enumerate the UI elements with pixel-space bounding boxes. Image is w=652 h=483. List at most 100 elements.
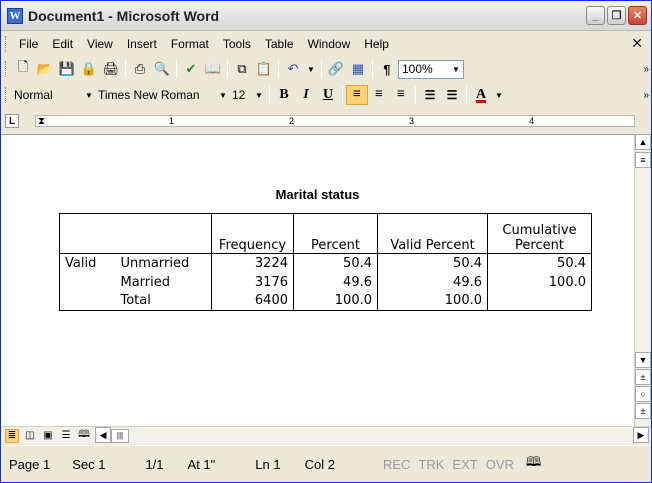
paste-icon[interactable]: 📋 [254, 59, 274, 79]
scroll-thumb[interactable]: ≡ [635, 152, 651, 168]
previous-page-icon[interactable]: ± [635, 369, 651, 385]
outline-view-icon[interactable]: ☰ [59, 429, 73, 443]
menu-file[interactable]: File [12, 37, 45, 51]
minimize-button[interactable]: _ [586, 6, 605, 25]
separator [176, 60, 177, 78]
status-section: Sec 1 [72, 456, 106, 472]
font-color-dropdown-icon[interactable]: ▼ [492, 87, 506, 104]
zoom-box[interactable]: 100% ▼ [398, 59, 464, 79]
zoom-dropdown-icon[interactable]: ▼ [449, 61, 463, 78]
menu-edit[interactable]: Edit [45, 37, 80, 51]
align-left-icon[interactable]: ≡ [346, 85, 368, 105]
separator [278, 60, 279, 78]
word-window: W Document1 - Microsoft Word _ ❐ ✕ File … [0, 0, 652, 483]
align-right-icon[interactable]: ≡ [390, 85, 412, 105]
print-icon[interactable]: ⎙ [130, 59, 150, 79]
show-formatting-icon[interactable]: ¶ [377, 59, 397, 79]
italic-icon[interactable]: I [295, 85, 317, 105]
word-app-icon[interactable]: W [7, 7, 23, 24]
spelling-status-icon[interactable]: 🕮 [526, 453, 541, 475]
toolbar-options-icon[interactable]: » [643, 90, 649, 101]
print-layout-view-icon[interactable]: ▣ [41, 429, 55, 443]
frequency-table[interactable]: Frequency Percent Valid Percent Cumulati… [59, 213, 592, 311]
font-size-value: 12 [232, 88, 246, 102]
header-cumulative-percent: Cumulative Percent [487, 213, 592, 254]
document-close-icon[interactable]: ✕ [631, 35, 643, 52]
ruler-strip[interactable]: ⧗ 1 2 3 4 [35, 115, 635, 127]
next-page-icon[interactable]: ± [635, 403, 651, 419]
header-valid-percent: Valid Percent [377, 213, 488, 254]
permission-icon[interactable]: 🔒 [79, 59, 99, 79]
scroll-right-icon[interactable]: ▶ [633, 427, 649, 443]
close-button[interactable]: ✕ [628, 6, 647, 25]
cell-valid-percent: 49.6 [377, 272, 488, 292]
toolbar-options-icon[interactable]: » [643, 64, 649, 75]
undo-icon[interactable]: ↶ [283, 59, 303, 79]
header-frequency: Frequency [211, 213, 294, 254]
preview-icon[interactable]: 🔍 [152, 59, 172, 79]
print-preview-icon[interactable]: 🖨 [101, 59, 121, 79]
status-ovr[interactable]: OVR [486, 457, 514, 472]
status-ext[interactable]: EXT [452, 457, 477, 472]
copy-icon[interactable]: ⧉ [232, 59, 252, 79]
font-color-icon[interactable]: A [470, 85, 492, 105]
style-dropdown-icon[interactable]: ▼ [82, 87, 96, 104]
numbering-icon[interactable]: ☰ [419, 85, 441, 105]
table-title: Marital status [275, 187, 360, 202]
status-column: Col 2 [304, 456, 335, 472]
formatting-toolbar: Normal ▼ Times New Roman ▼ 12 ▼ B I U ≡ … [1, 82, 651, 108]
status-trk[interactable]: TRK [418, 457, 444, 472]
menu-help[interactable]: Help [357, 37, 396, 51]
status-rec[interactable]: REC [383, 457, 410, 472]
save-icon[interactable]: 💾 [57, 59, 77, 79]
scroll-left-icon[interactable]: ◀ [95, 427, 111, 443]
menubar-grip[interactable] [5, 36, 8, 52]
menu-window[interactable]: Window [301, 37, 358, 51]
bullets-icon[interactable]: ☰ [441, 85, 463, 105]
cell-valid-percent: 100.0 [377, 291, 488, 311]
web-layout-view-icon[interactable]: ◫ [23, 429, 37, 443]
vertical-scrollbar[interactable]: ▲ ≡ ▼ ± ○ ± [634, 134, 651, 426]
table-row: Valid Unmarried 3224 50.4 50.4 50.4 [59, 253, 592, 273]
underline-icon[interactable]: U [317, 85, 339, 105]
standard-toolbar: 🗋 📂 💾 🔒 🖨 ⎙ 🔍 ✔ 📖 ⧉ 📋 ↶ ▼ 🔗 ▦ ¶ 100% ▼ » [1, 56, 651, 82]
menu-bar: File Edit View Insert Format Tools Table… [1, 32, 651, 56]
table-header-row: Frequency Percent Valid Percent Cumulati… [59, 213, 592, 254]
restore-button[interactable]: ❐ [607, 6, 626, 25]
separator [415, 86, 416, 104]
spelling-icon[interactable]: ✔ [181, 59, 201, 79]
new-document-icon[interactable]: 🗋 [13, 59, 33, 79]
document-page[interactable]: Marital status Frequency Percent Valid P… [1, 134, 634, 426]
scroll-up-icon[interactable]: ▲ [635, 134, 651, 150]
menu-table[interactable]: Table [258, 37, 301, 51]
ruler-mark-4: 4 [529, 116, 535, 126]
size-dropdown-icon[interactable]: ▼ [252, 87, 266, 104]
bold-icon[interactable]: B [273, 85, 295, 105]
research-icon[interactable]: 📖 [203, 59, 223, 79]
table-corner-cell [59, 213, 212, 254]
font-select[interactable]: Times New Roman ▼ [96, 86, 230, 105]
cell-percent: 49.6 [293, 272, 378, 292]
font-size-select[interactable]: 12 ▼ [230, 86, 266, 105]
align-center-icon[interactable]: ≡ [368, 85, 390, 105]
table-icon[interactable]: ▦ [348, 59, 368, 79]
reading-layout-view-icon[interactable]: 🕮 [77, 429, 91, 443]
select-browse-object-icon[interactable]: ○ [635, 386, 651, 402]
menu-insert[interactable]: Insert [120, 37, 164, 51]
menu-tools[interactable]: Tools [216, 37, 258, 51]
tab-selector-icon[interactable]: L [5, 114, 19, 128]
style-select[interactable]: Normal ▼ [12, 86, 96, 105]
scroll-down-icon[interactable]: ▼ [635, 352, 651, 368]
normal-view-icon[interactable]: ≣ [5, 428, 19, 443]
undo-dropdown-icon[interactable]: ▼ [304, 61, 318, 78]
toolbar-grip[interactable] [5, 61, 8, 77]
indent-marker-icon[interactable]: ⧗ [38, 116, 45, 127]
ruler-mark-1: 1 [169, 116, 175, 126]
open-folder-icon[interactable]: 📂 [35, 59, 55, 79]
font-dropdown-icon[interactable]: ▼ [216, 87, 230, 104]
toolbar-grip[interactable] [5, 87, 8, 103]
hscroll-thumb[interactable]: ||| [111, 428, 129, 443]
hyperlink-icon[interactable]: 🔗 [326, 59, 346, 79]
menu-view[interactable]: View [80, 37, 120, 51]
menu-format[interactable]: Format [164, 37, 216, 51]
